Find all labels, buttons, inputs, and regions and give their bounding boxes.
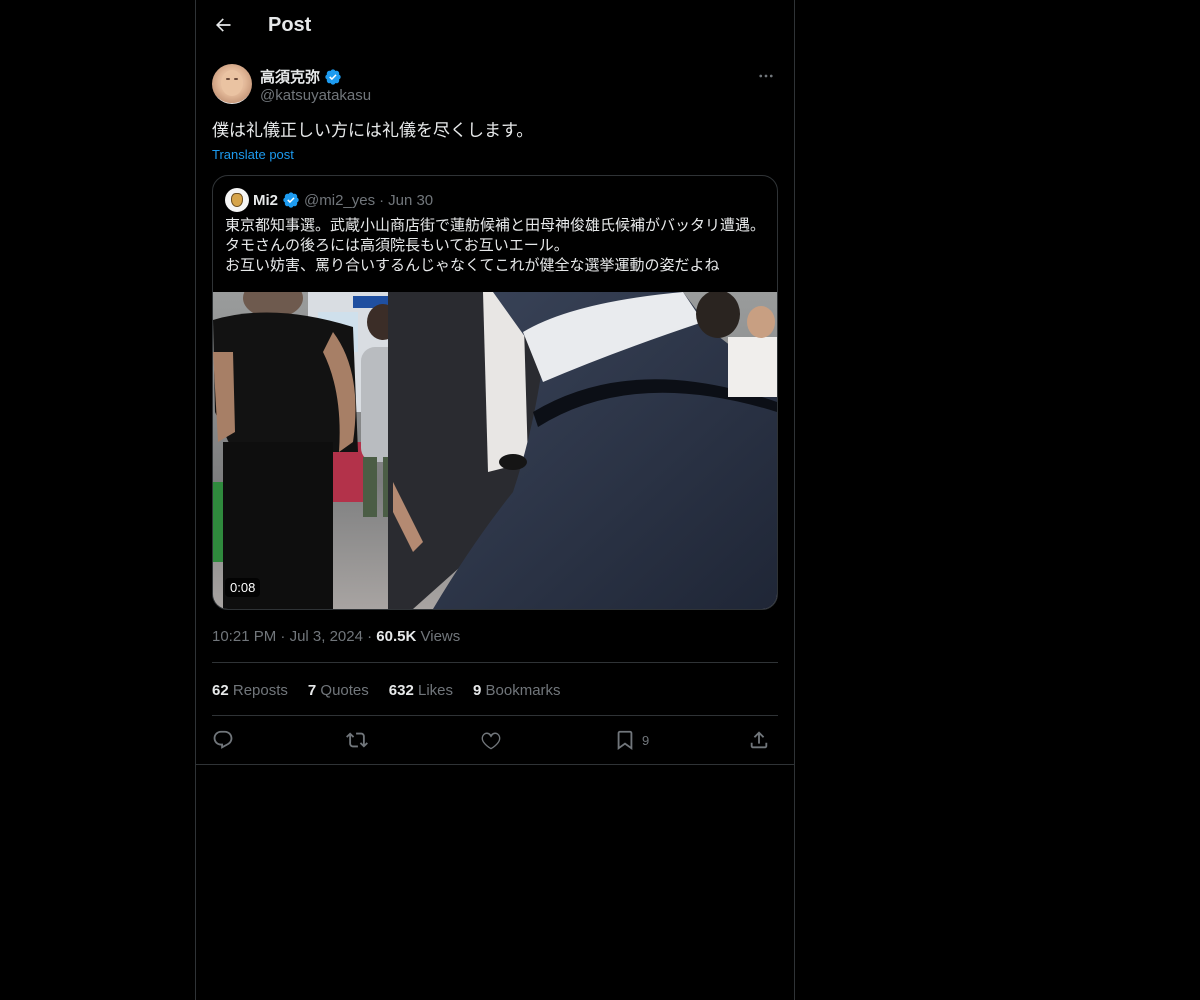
reply-button[interactable] <box>212 726 234 754</box>
repost-icon <box>346 732 368 748</box>
quoted-text-line: 東京都知事選。武蔵小山商店街で蓮舫候補と田母神俊雄氏候補がバッタリ遭遇。 <box>225 217 766 234</box>
post-text: 僕は礼儀正しい方には礼儀を尽くします。 <box>212 121 534 140</box>
share-button[interactable] <box>748 726 770 754</box>
likes-stat[interactable]: 632 Likes <box>389 682 453 699</box>
action-bar: 9 <box>212 726 778 754</box>
stat-count: 62 <box>212 682 229 699</box>
quoted-post[interactable]: Mi2 @mi2_yes · Jun 30 東京都知事選。武蔵小山商店街で蓮舫候… <box>212 175 778 610</box>
bookmark-icon <box>617 730 633 751</box>
reply-icon <box>213 730 233 749</box>
divider <box>196 764 794 765</box>
reposts-stat[interactable]: 62 Reposts <box>212 682 288 699</box>
post-date[interactable]: Jul 3, 2024 <box>290 628 363 645</box>
like-button[interactable] <box>480 726 502 754</box>
quotes-stat[interactable]: 7 Quotes <box>308 682 369 699</box>
divider <box>212 662 778 663</box>
quoted-separator: · <box>379 191 385 209</box>
stat-label: Quotes <box>320 682 369 699</box>
bookmark-count: 9 <box>642 732 650 748</box>
divider <box>212 715 778 716</box>
quoted-video[interactable]: 0:08 <box>213 292 777 609</box>
quoted-text-line: タモさんの後ろには高須院長もいてお互いエール。 <box>225 237 569 254</box>
display-name-row: 高須克弥 <box>260 66 342 87</box>
more-button[interactable] <box>754 64 778 88</box>
views-count: 60.5K <box>376 628 417 645</box>
video-frame <box>213 292 777 609</box>
bookmarks-stat[interactable]: 9 Bookmarks <box>473 682 561 699</box>
bookmark-button[interactable]: 9 <box>614 726 649 754</box>
stat-label: Reposts <box>232 682 288 699</box>
verified-badge-icon <box>283 192 299 208</box>
back-button[interactable] <box>208 10 238 40</box>
views-label: Views <box>420 628 461 645</box>
page-title: Post <box>268 14 312 36</box>
avatar-eye-right <box>234 78 238 80</box>
quoted-handle: @mi2_yes <box>304 191 376 209</box>
quoted-text-line: お互い妨害、罵り合いするんじゃなくてこれが健全な選挙運動の姿だよね <box>225 257 720 274</box>
stat-count: 9 <box>473 682 482 699</box>
author-row: 高須克弥 @katsuyatakasu <box>212 64 778 108</box>
post-header: Post <box>196 0 794 53</box>
stat-count: 632 <box>388 682 414 699</box>
meta-separator: · <box>280 628 286 645</box>
post-meta: 10:21 PM · Jul 3, 2024 · 60.5K Views <box>212 628 460 645</box>
meta-separator: · <box>367 628 373 645</box>
avatar[interactable] <box>212 64 252 104</box>
avatar-eye-left <box>226 78 230 80</box>
share-icon <box>750 731 768 749</box>
quoted-date: Jun 30 <box>388 191 434 209</box>
stat-label: Bookmarks <box>485 682 561 699</box>
author-handle[interactable]: @katsuyatakasu <box>260 87 371 104</box>
primary-column: Post 高須克弥 @katsuyatakasu 僕は礼儀正しい方には礼儀を尽く… <box>195 0 795 1000</box>
avatar-face <box>221 70 243 96</box>
post-stats: 62 Reposts 7 Quotes 632 Likes 9 Bookmark… <box>212 682 561 699</box>
more-horizontal-icon <box>759 74 773 78</box>
author-display-name[interactable]: 高須克弥 <box>260 66 320 87</box>
quoted-text: 東京都知事選。武蔵小山商店街で蓮舫候補と田母神俊雄氏候補がバッタリ遭遇。 タモさ… <box>225 216 770 276</box>
quoted-post-header: Mi2 @mi2_yes · Jun 30 <box>225 188 433 212</box>
quoted-avatar <box>225 188 249 212</box>
video-duration: 0:08 <box>225 578 261 597</box>
post-time[interactable]: 10:21 PM <box>212 628 276 645</box>
repost-button[interactable] <box>346 726 368 754</box>
translate-post-link[interactable]: Translate post <box>212 147 294 162</box>
arrow-left-icon <box>216 18 231 32</box>
heart-icon <box>481 732 501 750</box>
quoted-display-name: Mi2 <box>253 191 279 209</box>
stat-label: Likes <box>417 682 454 699</box>
stat-count: 7 <box>307 682 317 699</box>
verified-badge-icon[interactable] <box>324 68 342 86</box>
